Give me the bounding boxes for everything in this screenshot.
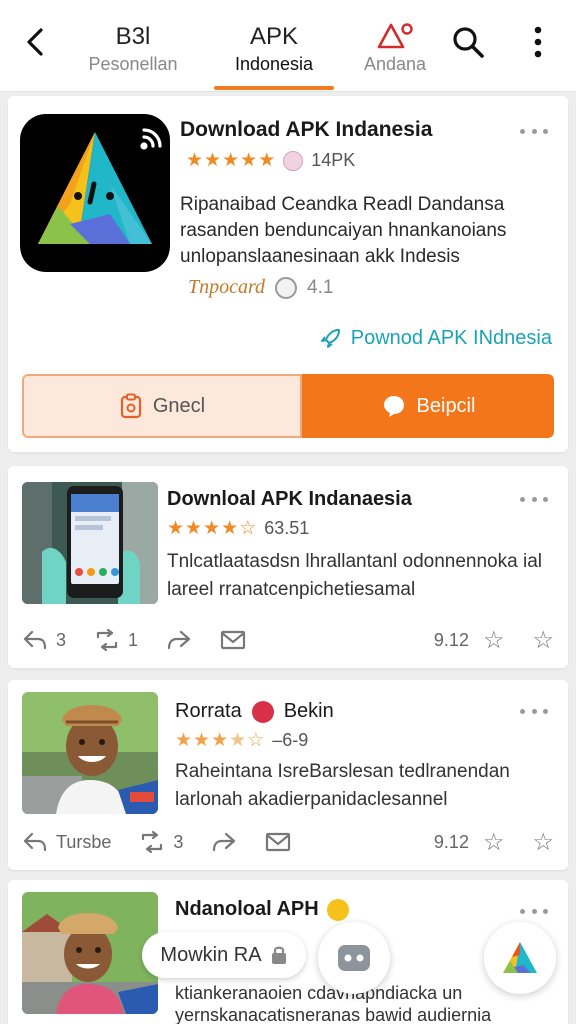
- post-time: 9.12: [433, 629, 469, 650]
- post-rating-text: 63.51: [264, 518, 310, 538]
- post-rating: ★ ★ ★ ★ ☆ 63.51: [167, 518, 309, 539]
- lock-icon: [271, 946, 286, 964]
- share-arrow-icon: [167, 630, 191, 650]
- app-icon[interactable]: [20, 114, 170, 272]
- post-rating-text: –6-9: [272, 730, 309, 750]
- overflow-menu-button[interactable]: [520, 24, 556, 60]
- active-tab-indicator: [214, 86, 334, 90]
- tab-personal-title: B3l: [115, 23, 151, 50]
- featured-description: Ripanaibad Ceandka Readl Dandansa rasand…: [180, 194, 507, 267]
- post-title: Ndanoloal APH: [175, 898, 319, 920]
- vertical-dots-icon: [534, 26, 542, 58]
- reply-button[interactable]: Tursbe: [22, 831, 111, 853]
- score-badge-icon: [275, 276, 298, 299]
- share-button[interactable]: [211, 831, 237, 853]
- reply-count: 3: [56, 629, 67, 650]
- post-rating: ★ ★ ★ ★ ☆ –6-9: [175, 730, 308, 751]
- post-meta-right: 9.12 ☆ ☆: [434, 626, 554, 655]
- post-more-button[interactable]: [520, 704, 548, 718]
- chat-bubble-icon: [383, 396, 404, 417]
- featured-score: 4.1: [307, 276, 334, 298]
- post-more-button[interactable]: [520, 492, 548, 506]
- secondary-action-button[interactable]: Gnecl: [22, 374, 302, 438]
- post-description: Raheintana IsreBarslesan tedlranendan la…: [175, 761, 510, 810]
- repost-icon: [142, 831, 163, 853]
- post-thumbnail-person[interactable]: [22, 892, 158, 1014]
- repost-icon: [96, 629, 118, 651]
- post-thumbnail-phone[interactable]: [22, 482, 158, 604]
- share-arrow-icon: [213, 832, 236, 852]
- tab-andana[interactable]: Andana: [360, 22, 430, 76]
- post-title[interactable]: Downloal APK Indanaesia: [167, 488, 412, 511]
- secondary-action-label: Gnecl: [152, 394, 206, 417]
- search-button[interactable]: [450, 24, 486, 60]
- rocket-icon: [320, 329, 340, 348]
- message-button[interactable]: [265, 831, 291, 853]
- post-more-button[interactable]: [520, 904, 548, 918]
- app-header: B3l Pesonellan APK Indonesia Andana: [0, 0, 576, 92]
- primary-action-label: Beipcil: [416, 394, 476, 417]
- featured-title[interactable]: Download APK Indanesia: [180, 118, 432, 142]
- chatbot-icon: [338, 945, 370, 971]
- app-logo-icon: [503, 942, 537, 973]
- star-rating-icon: ★ ★ ★ ★ ★: [186, 149, 276, 171]
- reply-label: Tursbe: [56, 831, 112, 852]
- alert-icon: [360, 22, 430, 52]
- featured-rating: ★ ★ ★ ★ ★ 14PK: [186, 150, 355, 171]
- repost-button[interactable]: 3: [139, 831, 183, 853]
- post-thumbnail-person[interactable]: [22, 692, 158, 814]
- mail-icon: [266, 832, 291, 852]
- post-action-bar: 3 1 9.12 ☆ ☆: [22, 620, 554, 660]
- post-description: Tnlcatlaatasdsn lhrallantanl odonnennoka…: [167, 551, 542, 600]
- reply-arrow-icon: [23, 630, 47, 650]
- bookmark-star-button[interactable]: ☆: [532, 626, 554, 655]
- back-button[interactable]: [18, 24, 54, 60]
- repost-button[interactable]: 1: [94, 629, 138, 651]
- featured-link[interactable]: Pownod APK INdnesia: [319, 326, 552, 350]
- bookmark-star-button[interactable]: ☆: [532, 828, 554, 857]
- featured-button-row: Gnecl Beipcil: [22, 374, 554, 438]
- reviewer-emoji-icon: [283, 150, 304, 171]
- post-author: Rorrata: [175, 700, 242, 722]
- app-logo-fab-button[interactable]: [484, 922, 556, 994]
- featured-rating-text: 14PK: [311, 150, 356, 170]
- post-action-bar: Tursbe 3 9.12 ☆ ☆: [22, 822, 554, 862]
- post-title-row[interactable]: Rorrata Bekin: [175, 700, 334, 723]
- tab-andana-label: Andana: [363, 54, 427, 74]
- tab-indonesia-label: Indonesia: [234, 54, 314, 74]
- mail-icon: [220, 630, 246, 650]
- post-meta-right: 9.12 ☆ ☆: [434, 828, 554, 857]
- post-time: 9.12: [433, 831, 469, 852]
- star-rating-icon: ★ ★ ★ ★ ☆: [175, 729, 265, 751]
- tab-indonesia[interactable]: APK Indonesia: [214, 22, 334, 76]
- tab-personal-label: Pesonellan: [88, 54, 178, 74]
- star-rating-icon: ★ ★ ★ ★ ☆: [167, 517, 257, 539]
- message-button[interactable]: [220, 629, 246, 651]
- featured-more-button[interactable]: [520, 124, 548, 138]
- repost-count: 3: [173, 831, 184, 852]
- favorite-button[interactable]: ☆: [483, 626, 505, 655]
- publisher-name[interactable]: Tnpocard: [188, 276, 265, 299]
- tab-personal[interactable]: B3l Pesonellan: [80, 22, 186, 76]
- bottom-label-pill[interactable]: Mowkin RA: [142, 932, 306, 978]
- share-button[interactable]: [166, 629, 192, 651]
- favorite-button[interactable]: ☆: [483, 828, 505, 857]
- chat-fab-button[interactable]: [318, 922, 390, 994]
- reply-arrow-icon: [23, 832, 47, 852]
- featured-meta: Tnpocard 4.1: [188, 276, 333, 299]
- primary-action-button[interactable]: Beipcil: [302, 374, 554, 438]
- reply-button[interactable]: 3: [22, 629, 66, 651]
- featured-link-label: Pownod APK INdnesia: [350, 326, 552, 349]
- bottom-pill-label: Mowkin RA: [160, 943, 262, 966]
- search-icon: [453, 27, 484, 58]
- post-title-row[interactable]: Ndanoloal APH: [175, 898, 349, 921]
- emoji-face-icon: [251, 700, 274, 723]
- emoji-face-icon: [326, 898, 349, 921]
- repost-count: 1: [128, 629, 139, 650]
- post-title-suffix: Bekin: [283, 700, 334, 722]
- clipboard-icon: [120, 393, 141, 419]
- back-arrow-icon: [27, 28, 43, 56]
- tab-indonesia-title: APK: [249, 23, 299, 50]
